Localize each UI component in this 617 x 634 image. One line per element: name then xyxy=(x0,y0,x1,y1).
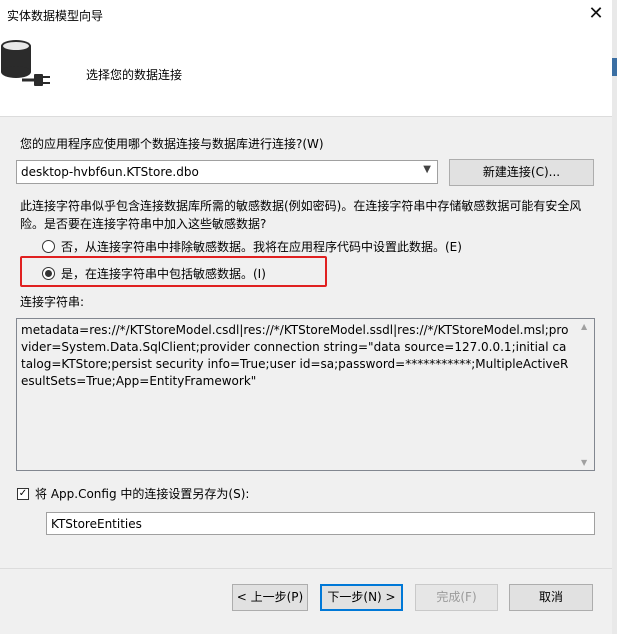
connection-select[interactable]: desktop-hvbf6un.KTStore.dbo ▼ xyxy=(16,160,438,184)
save-config-label: 将 App.Config 中的连接设置另存为(S): xyxy=(35,487,250,501)
connection-question-label: 您的应用程序应使用哪个数据连接与数据库进行连接?(W) xyxy=(20,137,324,151)
scroll-down-icon[interactable]: ▼ xyxy=(581,458,587,467)
previous-button[interactable]: < 上一步(P) xyxy=(232,584,308,611)
save-config-option[interactable]: ✓ 将 App.Config 中的连接设置另存为(S): xyxy=(17,485,249,502)
radio-button[interactable] xyxy=(42,240,55,253)
footer-divider xyxy=(0,568,612,569)
wizard-header: 选择您的数据连接 xyxy=(0,30,612,117)
database-connection-icon xyxy=(1,40,50,86)
connection-string-label: 连接字符串: xyxy=(20,295,85,309)
window-title: 实体数据模型向导 xyxy=(7,9,104,23)
sensitive-data-warning: 此连接字符串似乎包含连接数据库所需的敏感数据(例如密码)。在连接字符串中存储敏感… xyxy=(20,199,582,231)
background-window-edge xyxy=(612,0,617,634)
connection-string-textbox[interactable]: metadata=res://*/KTStoreModel.csdl|res:/… xyxy=(16,318,595,471)
connection-string-value: metadata=res://*/KTStoreModel.csdl|res:/… xyxy=(21,323,569,388)
radio-exclude-sensitive[interactable]: 否，从连接字符串中排除敏感数据。我将在应用程序代码中设置此数据。(E) xyxy=(42,238,462,255)
page-title: 选择您的数据连接 xyxy=(86,68,183,82)
save-config-checkbox[interactable]: ✓ xyxy=(17,487,29,500)
finish-button[interactable]: 完成(F) xyxy=(415,584,498,611)
highlight-annotation-box xyxy=(20,256,327,287)
vertical-scrollbar[interactable]: ▲ ▼ xyxy=(577,319,594,470)
cancel-button[interactable]: 取消 xyxy=(509,584,593,611)
scroll-up-icon[interactable]: ▲ xyxy=(581,322,587,331)
radio-exclude-label: 否，从连接字符串中排除敏感数据。我将在应用程序代码中设置此数据。(E) xyxy=(61,240,462,254)
close-icon[interactable]: ✕ xyxy=(585,3,607,25)
next-button[interactable]: 下一步(N) > xyxy=(320,584,403,611)
connection-select-value: desktop-hvbf6un.KTStore.dbo xyxy=(21,165,199,179)
new-connection-button[interactable]: 新建连接(C)... xyxy=(449,159,594,186)
chevron-down-icon[interactable]: ▼ xyxy=(423,164,431,175)
entity-name-input[interactable] xyxy=(46,512,595,535)
title-bar: 实体数据模型向导 ✕ xyxy=(0,0,617,30)
